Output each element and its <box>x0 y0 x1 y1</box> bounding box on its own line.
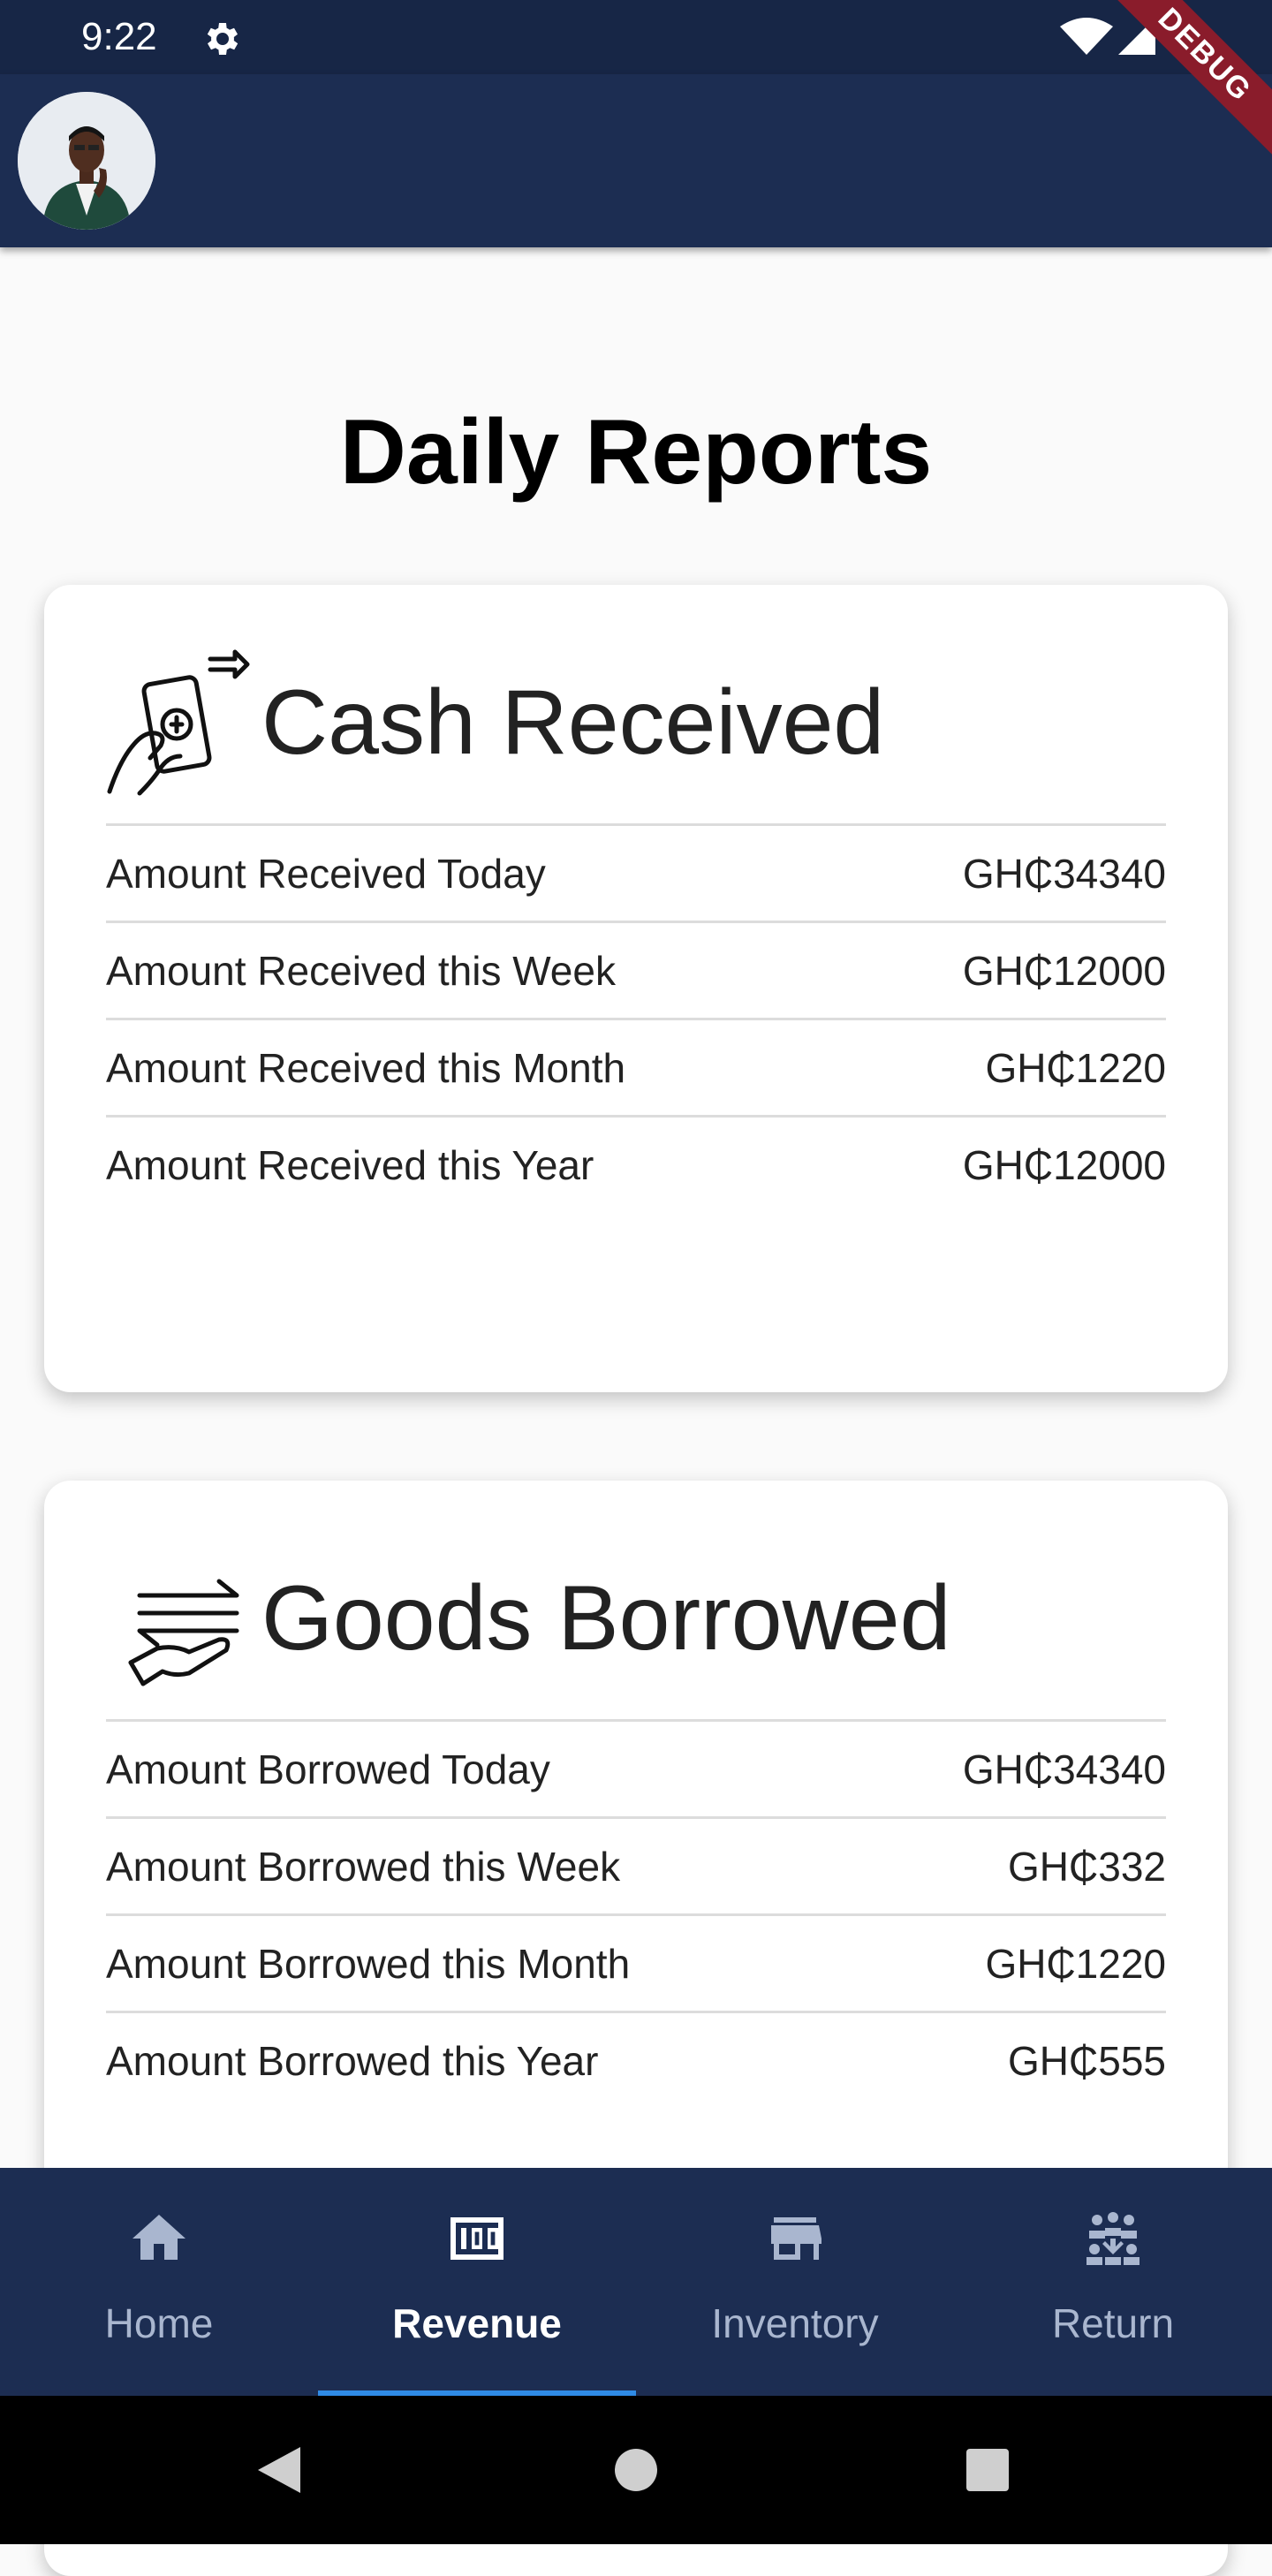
nav-label: Home <box>104 2300 214 2346</box>
home-circle-icon <box>615 2449 657 2491</box>
report-row: Amount Received Today GH₵34340 <box>106 823 1166 921</box>
home-icon <box>132 2215 186 2260</box>
cash-received-rows: Amount Received Today GH₵34340 Amount Re… <box>106 823 1166 1212</box>
avatar-image <box>18 92 155 230</box>
row-label: Amount Received Today <box>106 850 546 897</box>
report-row: Amount Received this Month GH₵1220 <box>106 1018 1166 1115</box>
row-value: GH₵12000 <box>962 1141 1166 1188</box>
report-row: Amount Received this Week GH₵12000 <box>106 921 1166 1018</box>
active-tab-indicator <box>318 2390 636 2396</box>
report-row: Amount Borrowed Today GH₵34340 <box>106 1719 1166 1816</box>
nav-item-return[interactable]: Return <box>954 2168 1272 2396</box>
card-title: Goods Borrowed <box>261 1567 951 1670</box>
nav-label: Revenue <box>392 2300 562 2346</box>
cash-received-card: Cash Received Amount Received Today GH₵3… <box>44 585 1228 1392</box>
status-bar: 9:22 DEBUG <box>0 0 1272 171</box>
row-value: GH₵34340 <box>962 1746 1166 1792</box>
row-label: Amount Borrowed this Month <box>106 1940 631 1987</box>
system-nav-buttons <box>258 2447 1009 2493</box>
bottom-navigation: Home Revenue Inventory Return <box>0 2168 1272 2396</box>
nav-item-revenue[interactable]: Revenue <box>318 2168 636 2396</box>
row-label: Amount Received this Month <box>106 1044 626 1091</box>
wifi-icon <box>1060 18 1113 55</box>
exchange-hand-icon <box>128 1579 239 1686</box>
back-icon <box>258 2447 300 2493</box>
nav-item-home[interactable]: Home <box>0 2168 318 2396</box>
nav-item-inventory[interactable]: Inventory <box>636 2168 954 2396</box>
system-navigation-bar <box>0 2396 1272 2544</box>
nav-label: Return <box>1051 2300 1175 2346</box>
settings-gear-icon <box>207 23 238 55</box>
report-row: Amount Borrowed this Month GH₵1220 <box>106 1913 1166 2011</box>
row-value: GH₵1220 <box>985 1044 1166 1091</box>
app-bar <box>0 74 1272 247</box>
row-value: GH₵332 <box>1008 1843 1166 1890</box>
row-label: Amount Received this Year <box>106 1141 594 1188</box>
row-value: GH₵555 <box>1008 2037 1166 2084</box>
page-title: Daily Reports <box>339 401 933 504</box>
goods-borrowed-rows: Amount Borrowed Today GH₵34340 Amount Bo… <box>106 1719 1166 2108</box>
card-title: Cash Received <box>261 671 885 774</box>
row-label: Amount Borrowed this Week <box>106 1843 621 1890</box>
recents-icon <box>966 2449 1009 2491</box>
report-row: Amount Borrowed this Year GH₵555 <box>106 2011 1166 2108</box>
nav-label: Inventory <box>711 2300 879 2346</box>
row-value: GH₵34340 <box>962 850 1166 897</box>
user-avatar[interactable] <box>18 92 155 230</box>
status-time: 9:22 <box>81 15 157 58</box>
cash-hand-icon <box>107 649 250 796</box>
row-value: GH₵12000 <box>962 947 1166 994</box>
report-row: Amount Received this Year GH₵12000 <box>106 1115 1166 1212</box>
row-label: Amount Received this Week <box>106 947 616 994</box>
money-icon <box>450 2217 504 2260</box>
row-label: Amount Borrowed Today <box>106 1746 550 1792</box>
report-row: Amount Borrowed this Week GH₵332 <box>106 1816 1166 1913</box>
store-icon <box>771 2217 822 2260</box>
group-icon <box>1086 2212 1140 2265</box>
row-value: GH₵1220 <box>985 1940 1166 1987</box>
row-label: Amount Borrowed this Year <box>106 2037 599 2084</box>
